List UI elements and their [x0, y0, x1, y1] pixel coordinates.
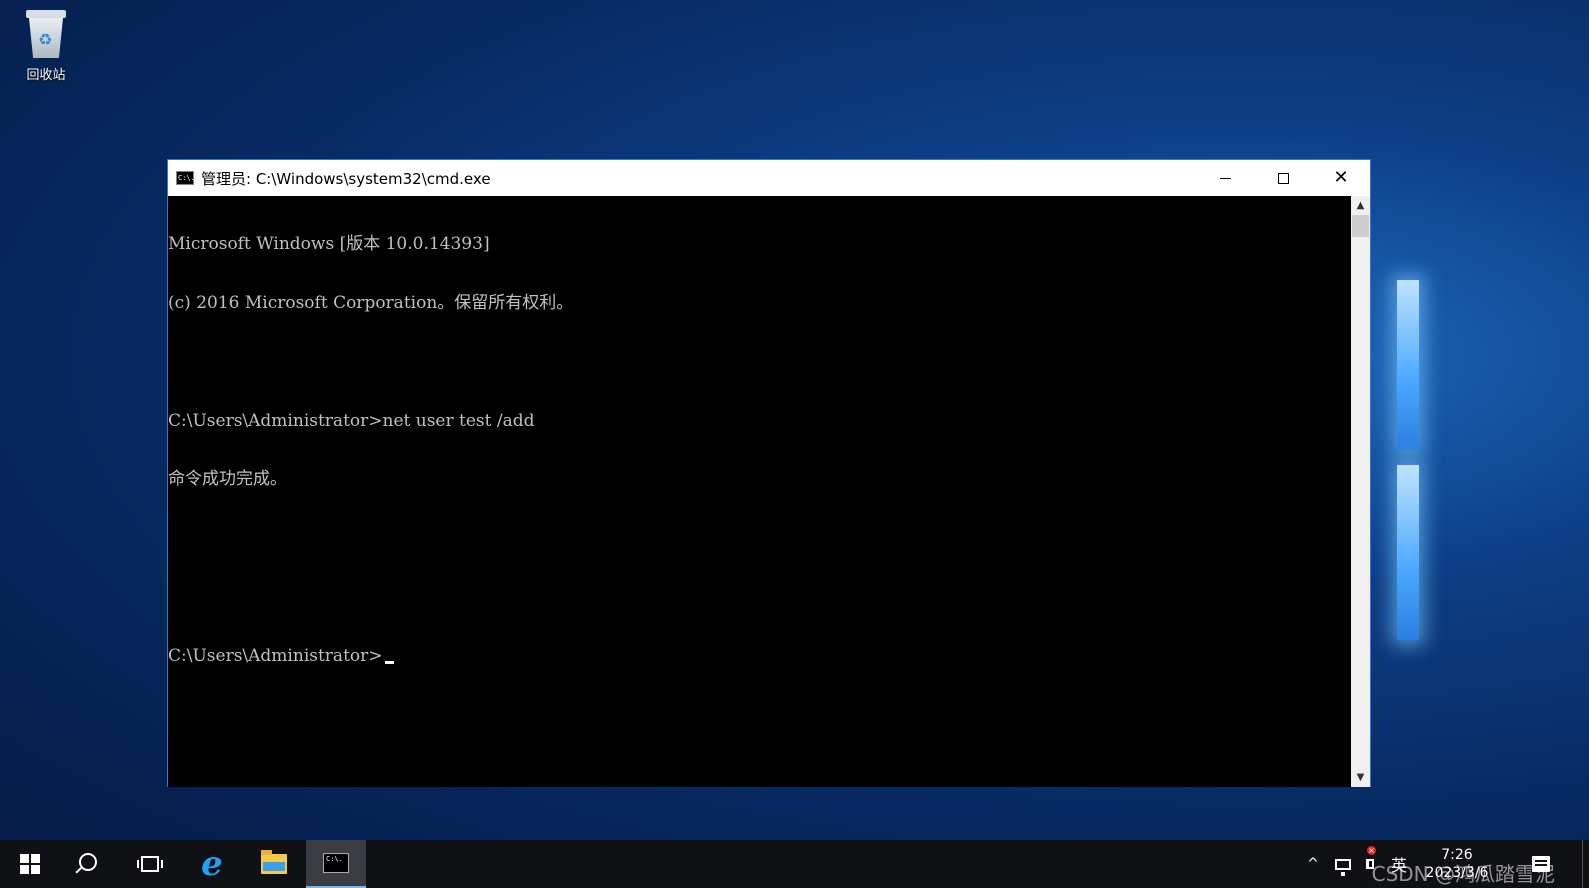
clock-time: 7:26 [1441, 847, 1473, 863]
start-button[interactable] [0, 840, 60, 888]
clock-date: 2023/3/6 [1425, 865, 1489, 881]
clock-button[interactable]: 7:26 2023/3/6 [1415, 840, 1499, 888]
console-prompt: C:\Users\Administrator> [168, 645, 383, 666]
scroll-down-button[interactable]: ▼ [1351, 768, 1370, 787]
console-prompt-line[interactable]: C:\Users\Administrator> [168, 645, 1351, 667]
window-titlebar[interactable]: C:\. 管理员: C:\Windows\system32\cmd.exe ✕ [168, 160, 1370, 196]
console-line: Microsoft Windows [版本 10.0.14393] [168, 234, 490, 255]
ime-label: 英 [1390, 856, 1407, 875]
taskbar: e C:\. CSDN @鸿瓜踏雪泥 ^ × 英 7:26 2023/3/6 [0, 840, 1589, 888]
console-line: C:\Users\Administrator>net user test /ad… [168, 410, 535, 431]
notification-icon [1532, 856, 1550, 872]
desktop-icon-recycle-bin[interactable]: ♻ 回收站 [14, 8, 78, 83]
system-tray: ^ × 英 7:26 2023/3/6 [1299, 840, 1589, 888]
error-badge-icon: × [1367, 846, 1376, 855]
task-view-icon [137, 856, 163, 872]
internet-explorer-button[interactable]: e [182, 840, 242, 888]
window-title: 管理员: C:\Windows\system32\cmd.exe [201, 169, 491, 188]
desktop-icon-label: 回收站 [26, 68, 66, 83]
chevron-up-icon: ^ [1307, 856, 1319, 872]
minimize-icon [1219, 177, 1231, 179]
close-button[interactable]: ✕ [1312, 160, 1370, 196]
maximize-icon [1277, 172, 1289, 184]
desktop: ♻ 回收站 C:\. 管理员: C:\Windows\system32\cmd.… [0, 0, 1589, 888]
task-view-button[interactable] [120, 840, 180, 888]
wallpaper-logo-pane-bottom [1397, 465, 1419, 640]
console-line: 命令成功完成。 [168, 469, 287, 490]
console-output[interactable]: Microsoft Windows [版本 10.0.14393] (c) 20… [168, 196, 1351, 787]
search-icon [79, 853, 97, 871]
show-desktop-button[interactable] [1582, 840, 1589, 888]
maximize-button[interactable] [1254, 160, 1312, 196]
text-cursor [384, 660, 394, 664]
cmd-taskbar-button[interactable]: C:\. [306, 840, 366, 888]
wallpaper-logo-pane-top [1397, 280, 1419, 450]
network-icon [1335, 858, 1351, 876]
search-button[interactable] [60, 840, 120, 888]
console-line: (c) 2016 Microsoft Corporation。保留所有权利。 [168, 292, 574, 313]
speaker-icon [1366, 859, 1374, 869]
vertical-scrollbar[interactable]: ▲ ▼ [1351, 196, 1370, 787]
network-button[interactable] [1331, 840, 1355, 888]
file-explorer-button[interactable] [244, 840, 304, 888]
close-icon: ✕ [1333, 167, 1349, 188]
scroll-up-button[interactable]: ▲ [1351, 196, 1370, 215]
input-method-button[interactable]: 英 [1387, 840, 1411, 888]
cmd-icon: C:\. [323, 853, 349, 873]
scrollbar-thumb[interactable] [1352, 215, 1369, 237]
show-hidden-icons-button[interactable]: ^ [1303, 840, 1323, 888]
action-center-button[interactable] [1527, 840, 1555, 888]
ie-icon: e [201, 844, 223, 884]
folder-icon [261, 850, 287, 874]
cmd-window[interactable]: C:\. 管理员: C:\Windows\system32\cmd.exe ✕ … [167, 159, 1371, 787]
windows-logo-icon [20, 854, 40, 874]
recycle-bin-icon: ♻ [24, 8, 68, 60]
minimize-button[interactable] [1196, 160, 1254, 196]
cmd-app-icon[interactable]: C:\. [176, 171, 195, 185]
volume-button[interactable]: × [1359, 840, 1381, 888]
